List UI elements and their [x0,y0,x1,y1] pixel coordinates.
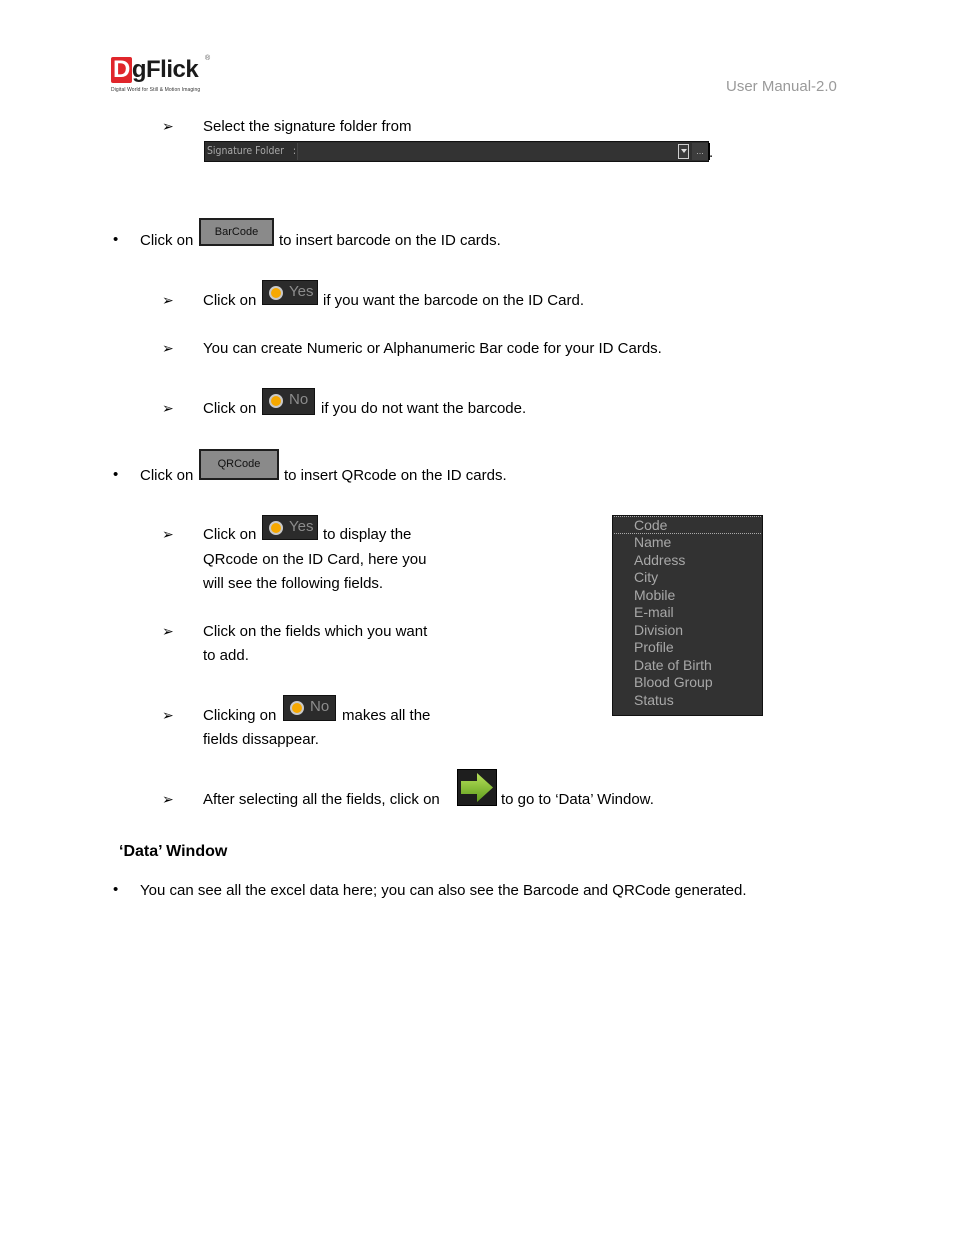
qrcode-suffix: to insert QRcode on the ID cards. [284,467,507,484]
arrow-bullet-icon: ➢ [162,292,174,308]
barcode-yes-suffix: if you want the barcode on the ID Card. [323,292,584,309]
radio-label: No [310,698,330,715]
logo-tagline: Digital World for Still & Motion Imaging [111,87,201,93]
after-select-suffix: to go to ‘Data’ Window. [501,791,654,808]
barcode-numeric-note: You can create Numeric or Alphanumeric B… [203,340,662,357]
logo-letter: D [111,56,132,83]
arrow-right-icon [461,773,493,802]
manual-version: User Manual-2.0 [726,78,837,95]
trailing-period: . [709,144,714,161]
arrow-bullet-icon: ➢ [162,118,174,134]
qrcode-no-prefix: Clicking on [203,707,277,724]
arrow-bullet-icon: ➢ [162,526,174,542]
barcode-prefix: Click on [140,232,194,249]
radio-label: No [289,391,309,408]
field-item[interactable]: E-mail [634,604,674,621]
field-item[interactable]: Division [634,622,683,639]
qrcode-no-suffix: makes all the [342,707,431,724]
signature-folder-label: Signature Folder : [207,144,297,157]
qrcode-prefix: Click on [140,467,194,484]
qrcode-no-radio[interactable]: No [283,695,336,721]
barcode-no-prefix: Click on [203,400,257,417]
bullet-icon: • [113,881,119,898]
dgflick-logo: DgFlick ® Digital World for Still & Moti… [111,55,211,95]
field-item[interactable]: Date of Birth [634,657,712,674]
arrow-bullet-icon: ➢ [162,707,174,723]
barcode-button[interactable]: BarCode [199,218,274,246]
browse-button[interactable]: ... [692,143,710,160]
radio-dot-icon [269,521,283,535]
qrcode-fields-line1: Click on the fields which you want [203,623,428,640]
field-item[interactable]: Address [634,552,685,569]
barcode-suffix: to insert barcode on the ID cards. [279,232,501,249]
after-select-prefix: After selecting all the fields, click on [203,791,440,808]
field-item[interactable]: Name [634,534,671,551]
arrow-bullet-icon: ➢ [162,791,174,807]
signature-instruction: Select the signature folder from [203,118,412,135]
qrcode-yes-line2: QRcode on the ID Card, here you [203,551,427,568]
data-window-bullet: You can see all the excel data here; you… [140,882,747,899]
radio-dot-icon [269,394,283,408]
logo-text: gFlick [131,56,199,83]
bullet-icon: • [113,466,119,483]
field-item[interactable]: Mobile [634,587,675,604]
qrcode-field-list: Code Name Address City Mobile E-mail Div… [612,515,763,716]
arrow-bullet-icon: ➢ [162,623,174,639]
arrow-bullet-icon: ➢ [162,400,174,416]
field-item[interactable]: Profile [634,639,674,656]
barcode-yes-prefix: Click on [203,292,257,309]
qrcode-button[interactable]: QRCode [199,449,279,480]
signature-folder-control: Signature Folder : ... [204,141,710,162]
radio-dot-icon [269,286,283,300]
bullet-icon: • [113,231,119,248]
radio-dot-icon [290,701,304,715]
qrcode-yes-line3: will see the following fields. [203,575,384,592]
field-item[interactable]: Code [634,517,667,534]
barcode-no-suffix: if you do not want the barcode. [321,400,527,417]
qrcode-no-line2: fields dissappear. [203,731,319,748]
barcode-yes-radio[interactable]: Yes [262,280,318,305]
field-item[interactable]: City [634,569,658,586]
data-window-heading: ‘Data’ Window [119,843,228,860]
barcode-no-radio[interactable]: No [262,388,315,415]
arrow-bullet-icon: ➢ [162,340,174,356]
chevron-down-icon[interactable] [678,144,689,159]
signature-folder-select[interactable] [297,143,678,160]
field-item[interactable]: Blood Group [634,674,713,691]
qrcode-yes-radio[interactable]: Yes [262,515,318,540]
radio-label: Yes [289,518,314,535]
radio-label: Yes [289,283,314,300]
qrcode-fields-line2: to add. [203,647,249,664]
qrcode-yes-prefix: Click on [203,526,257,543]
next-button[interactable] [457,769,497,806]
qrcode-yes-suffix: to display the [323,526,412,543]
registered-mark: ® [205,55,211,62]
field-item[interactable]: Status [634,692,674,709]
